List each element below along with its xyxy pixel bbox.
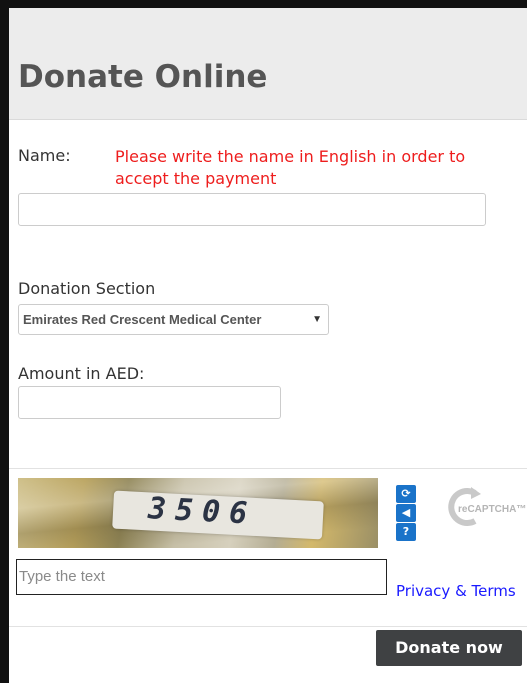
captcha-image: 3506 [18, 478, 378, 548]
amount-label: Amount in AED: [18, 364, 145, 383]
audio-icon[interactable]: ◀ [396, 504, 416, 522]
help-icon[interactable]: ? [396, 523, 416, 541]
donation-section-label: Donation Section [18, 279, 156, 298]
captcha-challenge-text: 3506 [147, 491, 258, 532]
name-field[interactable] [18, 193, 486, 226]
name-note: Please write the name in English in orde… [115, 147, 466, 188]
recaptcha-brand: reCAPTCHA™ [458, 504, 527, 515]
captcha-controls: ⟳ ◀ ? [396, 485, 416, 542]
divider [9, 626, 527, 627]
refresh-icon[interactable]: ⟳ [396, 485, 416, 503]
page-title: Donate Online [18, 59, 268, 95]
donation-section-value: Emirates Red Crescent Medical Center [23, 312, 262, 327]
donate-now-button[interactable]: Donate now [376, 630, 522, 666]
divider [9, 468, 527, 469]
name-label: Name: [18, 146, 71, 165]
privacy-terms-link[interactable]: Privacy & Terms [396, 581, 516, 601]
captcha-input[interactable]: Type the text [16, 559, 387, 595]
amount-field[interactable] [18, 386, 281, 419]
donation-section-select[interactable]: Emirates Red Crescent Medical Center ▼ [18, 304, 329, 335]
dropdown-arrow-icon: ▼ [312, 314, 322, 325]
